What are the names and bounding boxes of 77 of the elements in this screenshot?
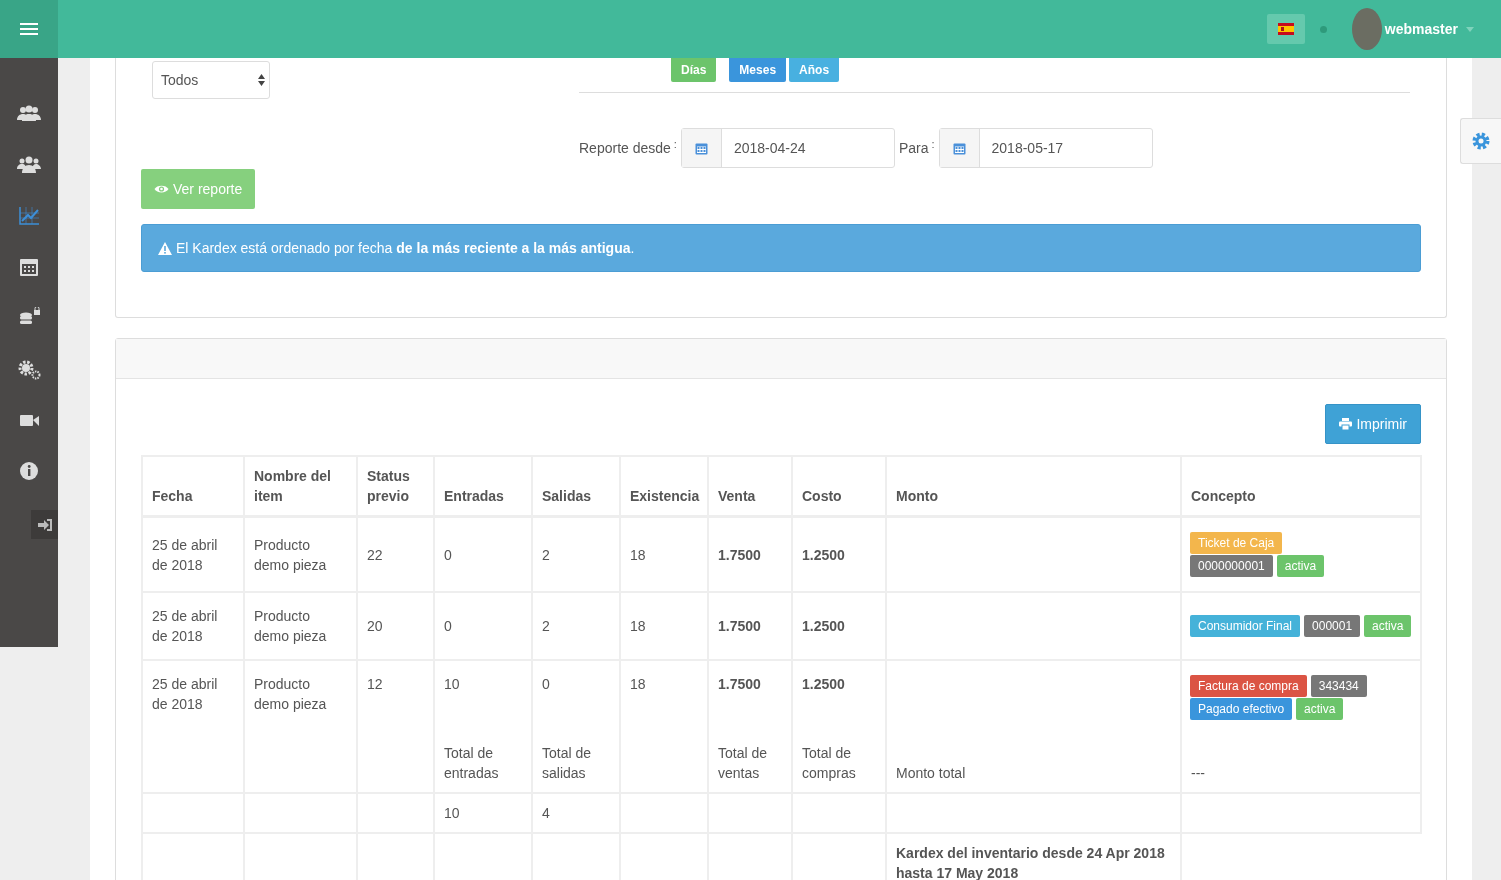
label-tag: Ticket de Caja <box>1190 532 1283 554</box>
table-cell: 10 <box>434 793 532 833</box>
table-cell: 1.7500 <box>708 592 792 660</box>
label-tag: Pagado efectivo <box>1190 698 1293 720</box>
calendar-icon <box>952 141 966 155</box>
period-button[interactable]: Años <box>789 58 840 82</box>
chart-icon <box>16 204 42 227</box>
column-header: Nombre del item <box>244 456 357 517</box>
alert-text: El Kardex está ordenado por fecha de la más reciente a la más antigua. <box>176 240 635 256</box>
table-cell: 1.7500 <box>708 516 792 592</box>
table-cell: 2 <box>532 516 620 592</box>
table-cell: 18 <box>620 592 708 660</box>
table-cell: 0 <box>434 516 532 592</box>
menu-icon <box>20 22 38 36</box>
column-header: Venta <box>708 456 792 517</box>
to-label: Para <box>898 140 929 156</box>
label-tag: Factura de compra <box>1190 675 1307 697</box>
label-tag: activa <box>1364 615 1412 637</box>
label-tag: 0000000001 <box>1190 555 1273 577</box>
caret-icon <box>1466 26 1474 32</box>
settings-button[interactable] <box>1460 118 1501 164</box>
user-menu[interactable]: webmaster <box>1381 21 1474 37</box>
table-cell: 1.2500 <box>792 516 886 592</box>
from-label: Reporte desde <box>579 140 671 156</box>
printer-icon <box>1339 418 1353 430</box>
table-cell: 25 de abril de 2018 <box>142 516 244 592</box>
table-cell: 18 <box>620 516 708 592</box>
status-dot <box>1319 25 1327 33</box>
language-button[interactable] <box>1266 14 1305 44</box>
table-cell: 1.2500 <box>792 592 886 660</box>
table-cell: 20 <box>357 592 434 660</box>
table-cell: 4 <box>532 793 620 833</box>
table-cell: Producto demo pieza <box>244 516 357 592</box>
column-header: Costo <box>792 456 886 517</box>
column-header: Entradas <box>434 456 532 517</box>
table-cell: 22 <box>357 516 434 592</box>
table-cell: 25 de abril de 2018 <box>142 592 244 660</box>
table-cell: Total de entradas <box>434 721 532 793</box>
column-header: Monto <box>886 456 1181 517</box>
table-cell: 25 de abril de 2018 <box>142 660 244 721</box>
table-cell: Total de salidas <box>532 721 620 793</box>
separator: : <box>673 138 677 150</box>
table-cell: 2 <box>532 592 620 660</box>
logout-button[interactable] <box>31 510 58 539</box>
sign-in-icon <box>36 517 53 532</box>
column-header: Salidas <box>532 456 620 517</box>
label-tag: activa <box>1276 555 1325 577</box>
sort-icon <box>258 74 265 86</box>
label-tag: activa <box>1296 698 1344 720</box>
view-report-button[interactable]: Ver reporte <box>141 169 256 209</box>
column-header: Fecha <box>142 456 244 517</box>
warning-icon <box>158 241 172 255</box>
eye-icon <box>154 184 169 194</box>
table-cell: Producto demo pieza <box>244 592 357 660</box>
flag-icon <box>1277 21 1294 37</box>
separator: : <box>931 138 935 150</box>
period-button[interactable]: Días <box>671 58 717 82</box>
avatar <box>1351 8 1382 50</box>
table-cell: Total de compras <box>792 721 886 793</box>
label-tag: 343434 <box>1310 675 1367 697</box>
label-tag: Consumidor Final <box>1190 615 1301 637</box>
table-cell: Total de ventas <box>708 721 792 793</box>
to-date-field[interactable]: 2018-05-17 <box>938 128 1153 168</box>
table-cell: Monto total <box>886 721 1181 793</box>
settings-icon <box>1471 131 1491 151</box>
column-header: Existencia <box>620 456 708 517</box>
menu-button[interactable] <box>0 0 58 58</box>
status-select[interactable]: Todos <box>152 61 270 99</box>
period-button[interactable]: Meses <box>729 58 787 82</box>
print-button[interactable]: Imprimir <box>1325 404 1421 444</box>
column-header: Status previo <box>357 456 434 517</box>
calendar-icon <box>694 141 708 155</box>
table-cell: --- <box>1181 721 1421 793</box>
column-header: Concepto <box>1181 456 1421 517</box>
from-date-field[interactable]: 2018-04-24 <box>680 128 895 168</box>
label-tag: 000001 <box>1304 615 1361 637</box>
table-cell: 0 <box>434 592 532 660</box>
